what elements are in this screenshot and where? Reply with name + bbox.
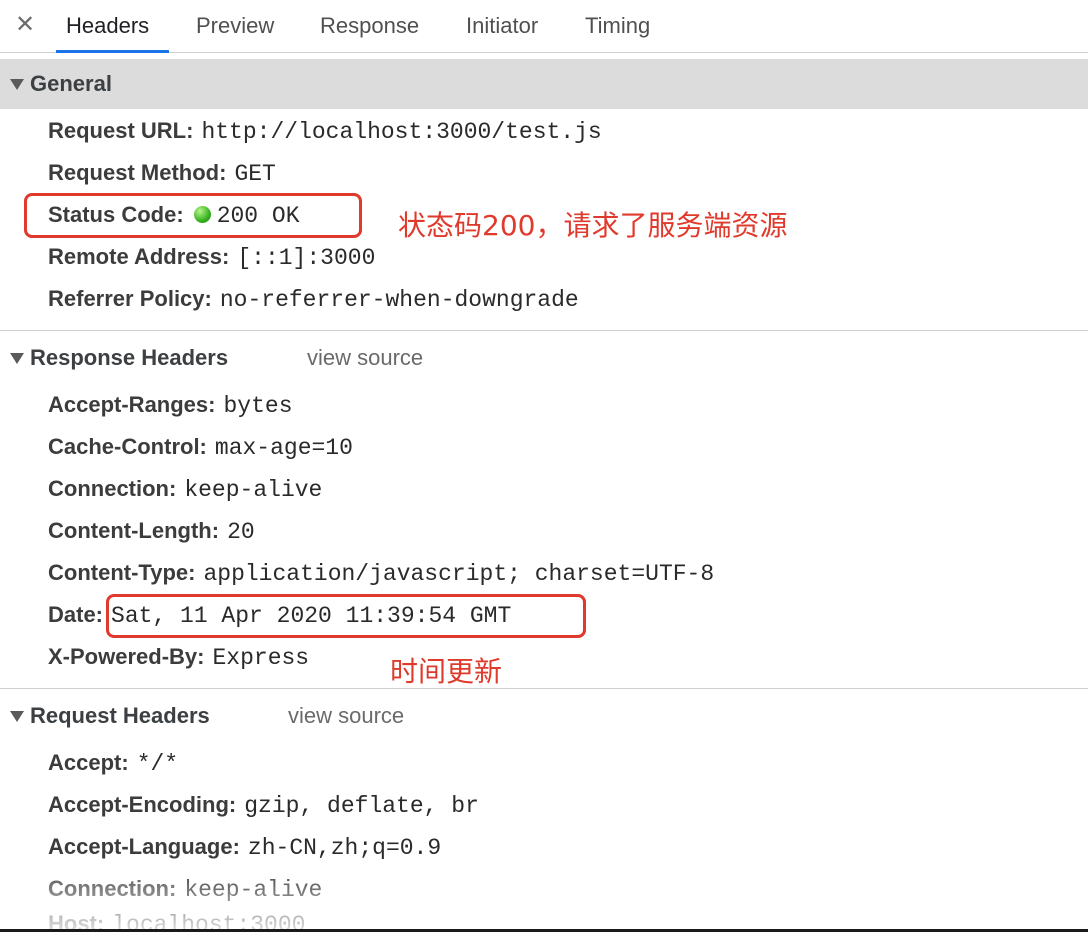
devtools-tab-bar: ✕ Headers Preview Response Initiator Tim… [0,0,1088,53]
header-key: Accept-Language: [48,834,240,859]
expand-triangle-icon[interactable] [10,711,24,722]
header-value: */* [136,751,179,777]
close-icon[interactable]: ✕ [12,10,38,40]
response-row-connection: Connection: keep-alive [48,471,322,507]
response-row-content-length: Content-Length: 20 [48,513,255,549]
header-key: Connection: [48,476,177,501]
response-headers-title: Response Headers [30,345,229,370]
date-annotation: 时间更新 [390,655,503,688]
expand-triangle-icon[interactable] [10,353,24,364]
header-value: application/javascript; charset=UTF-8 [203,561,715,587]
general-row-request-method: Request Method: GET [48,155,276,191]
general-section-header[interactable]: General [0,59,1088,109]
header-value: http://localhost:3000/test.js [201,119,602,145]
header-value: 20 [227,519,255,545]
header-key: Accept: [48,750,129,775]
header-key: Request Method: [48,160,227,185]
response-headers-section-header[interactable]: Response Headers view source [0,333,1088,383]
request-row-accept-encoding: Accept-Encoding: gzip, deflate, br [48,787,479,823]
section-divider [0,688,1088,689]
header-key: Content-Type: [48,560,196,585]
section-divider [0,330,1088,331]
header-value: gzip, deflate, br [244,793,479,819]
header-value: Express [212,645,310,671]
general-row-remote-address: Remote Address: [::1]:3000 [48,239,375,275]
header-value: max-age=10 [214,435,353,461]
response-row-accept-ranges: Accept-Ranges: bytes [48,387,293,423]
header-value: no-referrer-when-downgrade [219,287,579,313]
response-row-x-powered-by: X-Powered-By: Express [48,639,309,675]
response-row-cache-control: Cache-Control: max-age=10 [48,429,353,465]
header-key: Cache-Control: [48,434,207,459]
request-headers-section-header[interactable]: Request Headers view source [0,691,1088,741]
general-row-request-url: Request URL: http://localhost:3000/test.j… [48,113,602,149]
status-code-annotation: 状态码200，请求了服务端资源 [398,209,788,242]
response-row-content-type: Content-Type: application/javascript; cha… [48,555,714,591]
request-view-source-link[interactable]: view source [288,691,404,741]
general-section-title: General [30,71,112,96]
tab-initiator[interactable]: Initiator [466,0,538,52]
header-value: zh-CN,zh;q=0.9 [247,835,442,861]
header-key: Remote Address: [48,244,230,269]
tab-preview[interactable]: Preview [196,0,274,52]
scroll-fade-overlay [0,860,1088,932]
header-key: Content-Length: [48,518,220,543]
date-highlight-box [106,594,586,638]
tab-headers[interactable]: Headers [55,0,170,53]
header-value: [::1]:3000 [237,245,376,271]
header-key: Request URL: [48,118,194,143]
header-value: keep-alive [184,477,323,503]
header-key: Referrer Policy: [48,286,212,311]
response-view-source-link[interactable]: view source [307,333,423,383]
header-key: Accept-Encoding: [48,792,237,817]
header-key: X-Powered-By: [48,644,205,669]
header-key: Accept-Ranges: [48,392,216,417]
request-headers-title: Request Headers [30,703,210,728]
tab-timing[interactable]: Timing [585,0,650,52]
status-code-highlight-box [24,193,362,238]
tab-response[interactable]: Response [320,0,419,52]
header-value: bytes [223,393,293,419]
header-key: Date: [48,602,104,627]
header-value: GET [234,161,276,187]
general-row-referrer-policy: Referrer Policy: no-referrer-when-downgra… [48,281,579,317]
request-row-accept: Accept: */* [48,745,178,781]
expand-triangle-icon[interactable] [10,79,24,90]
